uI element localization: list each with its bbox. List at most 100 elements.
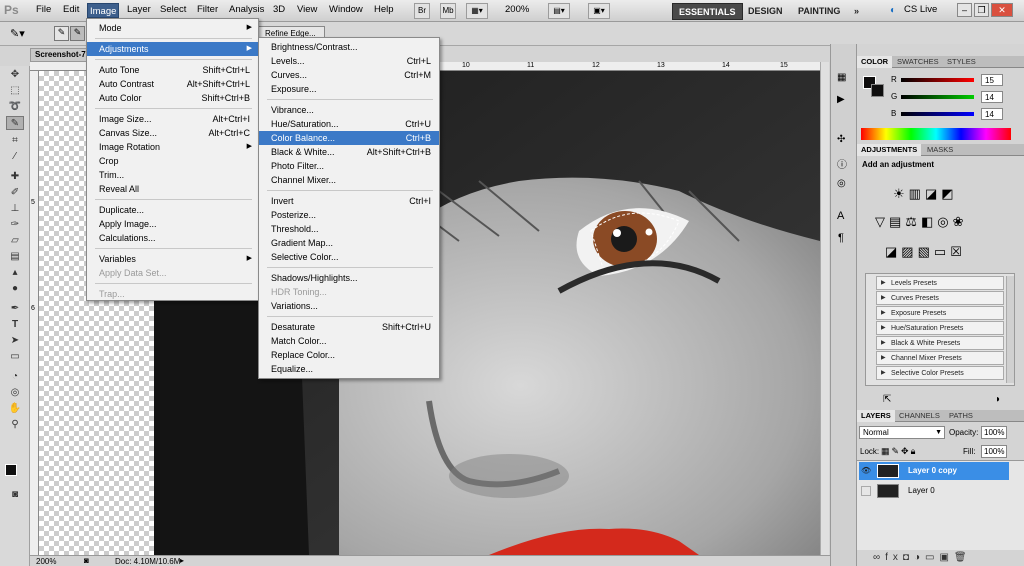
image-menu-item[interactable]: Image Size... Alt+Ctrl+I bbox=[87, 112, 258, 126]
image-menu-item[interactable]: Duplicate... bbox=[87, 203, 258, 217]
layer-row[interactable]: Layer 0 bbox=[859, 482, 1011, 500]
color-balance-icon[interactable]: ⚖ bbox=[905, 214, 921, 229]
image-menu-item[interactable]: Auto Color Shift+Ctrl+B bbox=[87, 91, 258, 105]
exposure-icon[interactable]: ◩ bbox=[941, 186, 957, 201]
green-value-field[interactable]: 14 bbox=[981, 91, 1003, 103]
shape-tool-icon[interactable]: ▭ bbox=[6, 350, 24, 364]
image-menu-item[interactable]: Trim... bbox=[87, 168, 258, 182]
photo-filter-icon[interactable]: ◎ bbox=[937, 214, 952, 229]
adjustments-menu-item[interactable]: Vibrance... bbox=[259, 103, 439, 117]
menu-view[interactable]: View bbox=[297, 4, 317, 15]
new-selection-icon[interactable]: ✎ bbox=[54, 26, 69, 41]
menu-help[interactable]: Help bbox=[374, 4, 394, 15]
blue-slider[interactable] bbox=[901, 112, 974, 116]
workspace-painting[interactable]: PAINTING bbox=[792, 3, 846, 20]
red-value-field[interactable]: 15 bbox=[981, 74, 1003, 86]
lasso-tool-icon[interactable]: ➰ bbox=[6, 100, 24, 114]
move-tool-icon[interactable]: ✥ bbox=[6, 68, 24, 82]
add-selection-icon[interactable]: ✎ bbox=[70, 26, 85, 41]
eraser-tool-icon[interactable]: ▱ bbox=[6, 234, 24, 248]
adjustments-menu-item[interactable]: Exposure... bbox=[259, 82, 439, 96]
info-icon[interactable]: ⓘ bbox=[837, 156, 847, 171]
workspace-essentials[interactable]: ESSENTIALS bbox=[672, 3, 743, 20]
menu-filter[interactable]: Filter bbox=[197, 4, 218, 15]
image-menu-item[interactable]: Auto Contrast Alt+Shift+Ctrl+L bbox=[87, 77, 258, 91]
adjustments-menu-item[interactable]: Photo Filter... bbox=[259, 159, 439, 173]
adjustments-menu-item[interactable]: Invert Ctrl+I bbox=[259, 194, 439, 208]
image-menu-item[interactable]: Calculations... bbox=[87, 231, 258, 245]
levels-icon[interactable]: ▥ bbox=[909, 186, 925, 201]
black-white-icon[interactable]: ◧ bbox=[921, 214, 937, 229]
history-icon[interactable]: ▦ bbox=[837, 72, 846, 83]
preset-item[interactable]: Channel Mixer Presets bbox=[876, 351, 1004, 365]
image-menu-item[interactable]: Canvas Size... Alt+Ctrl+C bbox=[87, 126, 258, 140]
gradient-map-icon[interactable]: ▭ bbox=[934, 244, 950, 259]
menu-window[interactable]: Window bbox=[329, 4, 363, 15]
bridge-button[interactable]: Br bbox=[414, 3, 430, 19]
adjustments-menu-item[interactable]: Desaturate Shift+Ctrl+U bbox=[259, 320, 439, 334]
menu-select[interactable]: Select bbox=[160, 4, 186, 15]
adjustments-menu-item[interactable]: Selective Color... bbox=[259, 250, 439, 264]
mini-bridge-button[interactable]: Mb bbox=[440, 3, 456, 19]
lock-icons[interactable]: ▦✎✥🔒︎ bbox=[881, 446, 917, 457]
adjustments-menu-item[interactable]: Match Color... bbox=[259, 334, 439, 348]
adjustments-menu-item[interactable]: Levels... Ctrl+L bbox=[259, 54, 439, 68]
image-menu-item[interactable]: Apply Image... bbox=[87, 217, 258, 231]
tab-styles[interactable]: STYLES bbox=[943, 56, 980, 68]
actions-icon[interactable]: ▶ bbox=[837, 94, 845, 105]
image-menu-item[interactable]: Variables ▶ bbox=[87, 252, 258, 266]
adjustments-menu-item[interactable]: Variations... bbox=[259, 299, 439, 313]
new-layer-icon[interactable]: ▣ bbox=[939, 552, 953, 563]
status-info-icon[interactable]: ◙ bbox=[84, 556, 89, 565]
posterize-icon[interactable]: ▨ bbox=[901, 244, 917, 259]
hue-saturation-icon[interactable]: ▤ bbox=[889, 214, 905, 229]
restore-button[interactable]: ❐ bbox=[974, 3, 989, 17]
image-menu-item[interactable]: Crop bbox=[87, 154, 258, 168]
invert-icon[interactable]: ◪ bbox=[885, 244, 901, 259]
preset-item[interactable]: Black & White Presets bbox=[876, 336, 1004, 350]
panel-options-icon[interactable]: ◗ bbox=[995, 394, 1001, 405]
color-spectrum-ramp[interactable] bbox=[861, 128, 1011, 140]
adjustments-menu-item[interactable]: Black & White... Alt+Shift+Ctrl+B bbox=[259, 145, 439, 159]
threshold-icon[interactable]: ▧ bbox=[918, 244, 934, 259]
opacity-field[interactable]: 100% bbox=[981, 426, 1007, 439]
new-group-icon[interactable]: ▭ bbox=[925, 552, 939, 563]
adjustments-menu-item[interactable]: Color Balance... Ctrl+B bbox=[259, 131, 439, 145]
adjustments-menu-item[interactable]: Channel Mixer... bbox=[259, 173, 439, 187]
visibility-eye-icon[interactable]: 👁︎ bbox=[861, 462, 871, 480]
image-menu-item[interactable]: Auto Tone Shift+Ctrl+L bbox=[87, 63, 258, 77]
blue-value-field[interactable]: 14 bbox=[981, 108, 1003, 120]
color-background-swatch[interactable] bbox=[871, 84, 884, 97]
brush-tool-icon[interactable]: ✐ bbox=[6, 186, 24, 200]
foreground-color-swatch[interactable] bbox=[5, 464, 17, 476]
visibility-toggle[interactable] bbox=[861, 486, 871, 496]
type-tool-icon[interactable]: T bbox=[6, 318, 24, 332]
menu-edit[interactable]: Edit bbox=[63, 4, 79, 15]
adjustments-menu-item[interactable]: Hue/Saturation... Ctrl+U bbox=[259, 117, 439, 131]
fill-field[interactable]: 100% bbox=[981, 445, 1007, 458]
menu-analysis[interactable]: Analysis bbox=[229, 4, 264, 15]
clone-stamp-tool-icon[interactable]: ⊥ bbox=[6, 202, 24, 216]
tab-masks[interactable]: MASKS bbox=[923, 144, 957, 156]
screen-mode-icon[interactable]: ▣▾ bbox=[588, 3, 610, 19]
3d-orbit-tool-icon[interactable]: ◎ bbox=[6, 386, 24, 400]
adjustments-menu-item[interactable]: Posterize... bbox=[259, 208, 439, 222]
green-slider[interactable] bbox=[901, 95, 974, 99]
image-menu-item[interactable]: Adjustments ▶ bbox=[87, 42, 258, 56]
menu-3d[interactable]: 3D bbox=[273, 4, 285, 15]
tab-adjustments[interactable]: ADJUSTMENTS bbox=[857, 144, 922, 156]
tab-channels[interactable]: CHANNELS bbox=[895, 410, 944, 422]
adjustments-menu-item[interactable]: Gradient Map... bbox=[259, 236, 439, 250]
crop-tool-icon[interactable]: ⌗ bbox=[6, 134, 24, 148]
selective-color-icon[interactable]: ☒ bbox=[950, 244, 966, 259]
adjustments-menu-item[interactable]: Brightness/Contrast... bbox=[259, 40, 439, 54]
layer-row-selected[interactable]: 👁︎ Layer 0 copy bbox=[859, 462, 1009, 480]
preset-item[interactable]: Selective Color Presets bbox=[876, 366, 1004, 380]
minimize-button[interactable]: – bbox=[957, 3, 972, 17]
image-menu-item[interactable]: Mode ▶ bbox=[87, 21, 258, 35]
quick-mask-icon[interactable]: ◙ bbox=[6, 488, 24, 502]
add-mask-icon[interactable]: ◘ bbox=[903, 552, 914, 563]
image-menu-item[interactable]: Reveal All bbox=[87, 182, 258, 196]
return-to-list-icon[interactable]: ⇱ bbox=[883, 394, 891, 405]
workspace-design[interactable]: DESIGN bbox=[742, 3, 789, 20]
